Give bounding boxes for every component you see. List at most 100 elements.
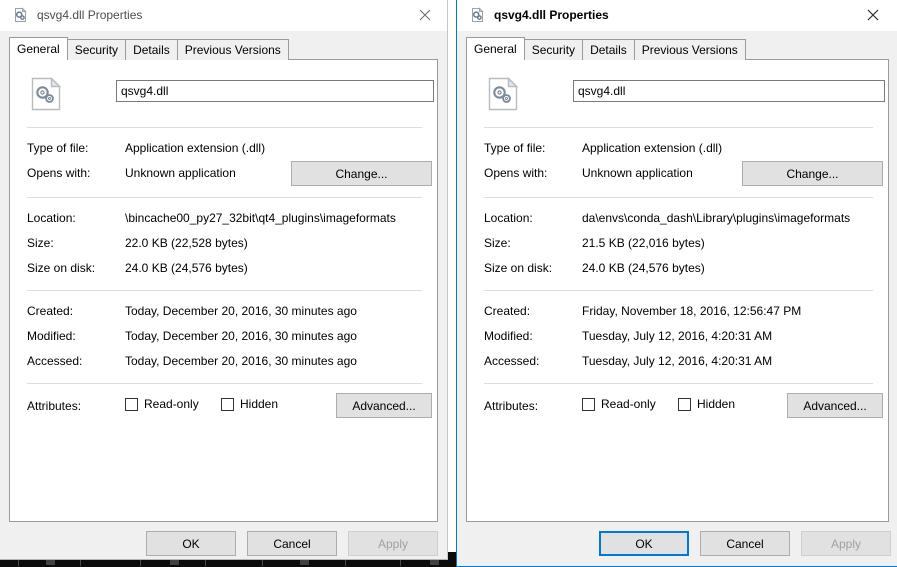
cancel-button-label: Cancel <box>726 536 764 551</box>
size-row-right: Size: 21.5 KB (22,016 bytes) <box>467 236 888 251</box>
type-of-file-label: Type of file: <box>484 141 546 155</box>
advanced-button-label: Advanced... <box>803 398 867 413</box>
advanced-button-right[interactable]: Advanced... <box>787 393 883 418</box>
type-of-file-row-right: Type of file: Application extension (.dl… <box>467 141 888 156</box>
tab-previous-versions-left[interactable]: Previous Versions <box>176 39 289 60</box>
change-button-label: Change... <box>786 166 839 181</box>
advanced-button-label: Advanced... <box>352 398 416 413</box>
tabstrip-left[interactable]: General Security Details Previous Versio… <box>9 37 289 60</box>
file-header-left <box>10 60 437 115</box>
tab-details-left[interactable]: Details <box>125 39 178 60</box>
location-label: Location: <box>484 211 533 225</box>
tab-previous-versions-right[interactable]: Previous Versions <box>633 39 746 60</box>
window-title-left: qsvg4.dll Properties <box>37 8 143 22</box>
size-value: 21.5 KB (22,016 bytes) <box>582 236 705 250</box>
modified-row-left: Modified: Today, December 20, 2016, 30 m… <box>10 329 437 344</box>
separator-1-left <box>27 127 422 128</box>
type-of-file-label: Type of file: <box>27 141 89 155</box>
size-value: 22.0 KB (22,528 bytes) <box>125 236 248 250</box>
location-row-left: Location: \bincache00_py27_32bit\qt4_plu… <box>10 211 437 226</box>
modified-value: Tuesday, July 12, 2016, 4:20:31 AM <box>582 329 773 343</box>
file-dll-icon <box>13 7 29 23</box>
location-row-right: Location: da\envs\conda_dash\Library\plu… <box>467 211 888 226</box>
accessed-label: Accessed: <box>484 354 540 368</box>
apply-button-left: Apply <box>348 531 438 556</box>
close-button-right[interactable] <box>851 0 896 30</box>
titlebar-left[interactable]: qsvg4.dll Properties <box>0 0 447 31</box>
modified-row-right: Modified: Tuesday, July 12, 2016, 4:20:3… <box>467 329 888 344</box>
readonly-checkbox-right[interactable]: Read-only <box>582 397 656 411</box>
modified-label: Modified: <box>27 329 76 343</box>
created-label: Created: <box>484 304 531 318</box>
created-row-right: Created: Friday, November 18, 2016, 12:5… <box>467 304 888 319</box>
change-button-right[interactable]: Change... <box>742 161 883 186</box>
separator-3-left <box>27 290 422 291</box>
file-dll-icon <box>470 7 486 23</box>
close-icon <box>419 9 431 21</box>
attributes-label: Attributes: <box>484 399 539 413</box>
cancel-button-label: Cancel <box>273 536 311 551</box>
tab-security-left[interactable]: Security <box>66 39 127 60</box>
separator-1-right <box>484 127 873 128</box>
created-row-left: Created: Today, December 20, 2016, 30 mi… <box>10 304 437 319</box>
filename-input-right[interactable] <box>573 80 885 102</box>
tab-general-left[interactable]: General <box>9 37 68 60</box>
change-button-left[interactable]: Change... <box>291 161 432 186</box>
separator-4-left <box>27 383 422 384</box>
size-on-disk-label: Size on disk: <box>484 261 553 275</box>
location-label: Location: <box>27 211 76 225</box>
type-of-file-value: Application extension (.dll) <box>125 141 266 155</box>
window-title-right: qsvg4.dll Properties <box>494 8 609 22</box>
size-row-left: Size: 22.0 KB (22,528 bytes) <box>10 236 437 251</box>
size-on-disk-value: 24.0 KB (24,576 bytes) <box>125 261 248 275</box>
cancel-button-left[interactable]: Cancel <box>247 531 337 556</box>
checkbox-box <box>582 397 595 411</box>
tab-security-right[interactable]: Security <box>523 39 584 60</box>
close-icon <box>867 9 879 21</box>
opens-with-label: Opens with: <box>484 166 548 180</box>
tab-details-right[interactable]: Details <box>582 39 635 60</box>
opens-with-label: Opens with: <box>27 166 91 180</box>
ok-button-label: OK <box>635 536 653 551</box>
created-label: Created: <box>27 304 74 318</box>
size-on-disk-row-left: Size on disk: 24.0 KB (24,576 bytes) <box>10 261 437 276</box>
size-on-disk-value: 24.0 KB (24,576 bytes) <box>582 261 705 275</box>
created-value: Today, December 20, 2016, 30 minutes ago <box>125 304 357 318</box>
accessed-row-left: Accessed: Today, December 20, 2016, 30 m… <box>10 354 437 369</box>
titlebar-right[interactable]: qsvg4.dll Properties <box>457 0 897 31</box>
apply-button-label: Apply <box>377 536 409 551</box>
general-tab-panel-left: Type of file: Application extension (.dl… <box>9 59 438 522</box>
size-on-disk-label: Size on disk: <box>27 261 96 275</box>
hidden-checkbox-left[interactable]: Hidden <box>221 397 278 411</box>
file-header-right <box>467 60 888 115</box>
readonly-label: Read-only <box>601 397 656 411</box>
advanced-button-left[interactable]: Advanced... <box>336 393 432 418</box>
close-button-left[interactable] <box>403 0 448 30</box>
properties-window-left[interactable]: qsvg4.dll Properties General Security De… <box>0 0 448 560</box>
tab-general-right[interactable]: General <box>466 37 525 60</box>
filename-input-left[interactable] <box>116 80 434 102</box>
separator-3-right <box>484 290 873 291</box>
location-value: da\envs\conda_dash\Library\plugins\image… <box>582 211 851 225</box>
type-of-file-value: Application extension (.dll) <box>582 141 723 155</box>
ok-button-left[interactable]: OK <box>146 531 236 556</box>
accessed-label: Accessed: <box>27 354 83 368</box>
type-of-file-row-left: Type of file: Application extension (.dl… <box>10 141 437 156</box>
readonly-checkbox-left[interactable]: Read-only <box>125 397 199 411</box>
properties-window-right[interactable]: qsvg4.dll Properties General Security De… <box>456 0 897 567</box>
hidden-label: Hidden <box>240 397 279 411</box>
hidden-checkbox-right[interactable]: Hidden <box>678 397 735 411</box>
ok-button-right[interactable]: OK <box>599 531 689 556</box>
file-dll-icon <box>487 76 519 111</box>
checkbox-box <box>125 397 138 411</box>
ok-button-label: OK <box>182 536 200 551</box>
separator-4-right <box>484 383 873 384</box>
opens-with-value: Unknown application <box>125 166 236 180</box>
tabstrip-right[interactable]: General Security Details Previous Versio… <box>466 37 746 60</box>
hidden-label: Hidden <box>697 397 736 411</box>
separator-2-left <box>27 197 422 198</box>
checkbox-box <box>678 397 691 411</box>
cancel-button-right[interactable]: Cancel <box>700 531 790 556</box>
size-label: Size: <box>484 236 511 250</box>
accessed-value: Tuesday, July 12, 2016, 4:20:31 AM <box>582 354 773 368</box>
